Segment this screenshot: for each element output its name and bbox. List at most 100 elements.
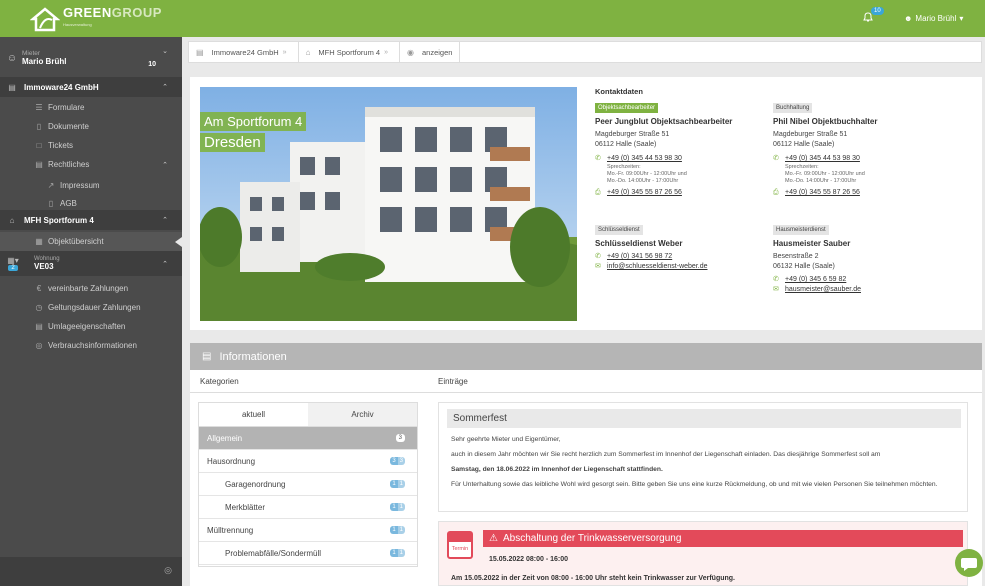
contact-buchhaltung: Buchhaltung Phil Nibel Objektbuchhalter …	[773, 103, 953, 198]
fax-icon: ⎙	[595, 189, 601, 196]
category-count-badge: 33	[390, 457, 405, 465]
contact-city: 06132 Halle (Saale)	[773, 263, 835, 270]
list-icon: ▤	[35, 322, 43, 331]
info-panel: Kategorien Einträge aktuell Archiv Allge…	[190, 370, 982, 586]
category-list: Allgemein 3 Hausordnung 33 Garagenordnun…	[198, 427, 418, 567]
logo[interactable]: GREENGROUP Hausverwaltung	[29, 4, 162, 32]
property-street-label: Am Sportforum 4	[200, 112, 307, 131]
sidebar-item-label: Verbrauchsinformationen	[48, 341, 137, 350]
tenant-selector[interactable]: ☺ Mieter Mario Brühl ⌄ 10	[0, 41, 182, 75]
sidebar-item-formulare[interactable]: ☰ Formulare	[0, 98, 182, 117]
breadcrumb-label: anzeigen	[422, 47, 453, 57]
fax-link[interactable]: +49 (0) 345 55 87 26 56	[785, 189, 860, 196]
total-count: 3	[397, 457, 405, 465]
chat-button[interactable]	[955, 549, 983, 577]
entry-greeting: Sehr geehrte Mieter und Eigentümer,	[451, 436, 561, 443]
sidebar-item-vereinbarte-zahlungen[interactable]: € vereinbarte Zahlungen	[0, 279, 182, 298]
category-count-badge: 11	[390, 503, 405, 511]
category-item-hausordnung[interactable]: Hausordnung 33	[199, 450, 417, 473]
unread-count: 1	[390, 480, 398, 488]
home-icon: ⌂	[9, 215, 15, 225]
fax-icon: ⎙	[773, 189, 779, 196]
category-label: Allgemein	[207, 433, 243, 443]
tenant-name: Mario Brühl	[22, 57, 67, 66]
sidebar-section-company[interactable]: ▤ Immoware24 GmbH ⌃	[0, 77, 182, 97]
brand-subtitle: Hausverwaltung	[63, 21, 92, 27]
unread-count: 1	[390, 503, 398, 511]
chat-bubble-icon	[961, 558, 977, 571]
sidebar-item-geltungsdauer[interactable]: ◷ Geltungsdauer Zahlungen	[0, 298, 182, 317]
email-link[interactable]: hausmeister@sauber.de	[785, 286, 861, 293]
sidebar-item-label: vereinbarte Zahlungen	[48, 284, 129, 293]
contact-hausmeisterdienst: Hausmeisterdienst Hausmeister Sauber Bes…	[773, 225, 953, 295]
sidebar-item-tickets[interactable]: □ Tickets	[0, 136, 182, 155]
category-label: Garagenordnung	[225, 479, 286, 489]
form-icon: ☰	[35, 103, 43, 112]
clock-icon: ◷	[35, 303, 43, 312]
contact-city: 06112 Halle (Saale)	[773, 141, 835, 148]
user-menu[interactable]: ☻ Mario Brühl ▾	[904, 14, 963, 23]
sidebar-item-label: Objektübersicht	[48, 237, 104, 246]
collapse-sidebar-icon[interactable]: ◎	[164, 565, 172, 576]
contact-schluesseldienst: Schlüsseldienst Schlüsseldienst Weber ✆ +…	[595, 225, 775, 272]
hours-line-1: Mo.-Fr. 09:00Uhr - 12:00Uhr und	[785, 171, 865, 177]
sidebar-section-property[interactable]: ⌂ MFH Sportforum 4 ⌃	[0, 210, 182, 230]
user-name: Mario Brühl	[915, 14, 957, 23]
category-item-garagenordnung[interactable]: Garagenordnung 11	[199, 473, 417, 496]
category-item-allgemein[interactable]: Allgemein 3	[199, 427, 417, 450]
sidebar-item-label: Rechtliches	[48, 160, 90, 169]
category-count-badge: 11	[390, 526, 405, 534]
building-icon: ▦	[35, 237, 43, 246]
category-tabs: aktuell Archiv	[198, 402, 418, 427]
phone-icon: ✆	[773, 276, 779, 283]
home-icon: ⌂	[305, 47, 311, 57]
euro-icon: €	[36, 284, 42, 293]
entry-paragraph: Für Unterhaltung sowie das leibliche Woh…	[451, 481, 938, 488]
category-item-problemabfaelle[interactable]: Problemabfälle/Sondermüll 11	[199, 542, 417, 565]
phone-link[interactable]: +49 (0) 345 44 53 98 30	[607, 155, 682, 162]
category-item-muelltrennung[interactable]: Mülltrennung 11	[199, 519, 417, 542]
sidebar-item-label: Impressum	[60, 181, 100, 190]
tab-current[interactable]: aktuell	[199, 403, 308, 426]
unread-count: 3	[390, 457, 398, 465]
contact-role-badge: Schlüsseldienst	[595, 225, 643, 235]
database-icon: ▤	[8, 82, 16, 92]
category-count-badge: 11	[390, 549, 405, 557]
contact-city: 06112 Halle (Saale)	[595, 141, 657, 148]
contact-role-badge: Hausmeisterdienst	[773, 225, 829, 235]
sidebar-item-rechtliches[interactable]: ▤ Rechtliches ⌃	[0, 155, 182, 174]
breadcrumb-company[interactable]: ▤ Immoware24 GmbH»	[189, 42, 299, 62]
sidebar-item-objektuebersicht[interactable]: ▦ Objektübersicht	[0, 232, 182, 251]
sidebar-item-dokumente[interactable]: ▯ Dokumente	[0, 117, 182, 136]
phone-link[interactable]: +49 (0) 345 6 59 82	[785, 276, 846, 283]
phone-link[interactable]: +49 (0) 341 56 98 72	[607, 253, 672, 260]
caret-down-icon: ▾	[959, 14, 964, 23]
sidebar-item-verbrauchsinformationen[interactable]: ◎ Verbrauchsinformationen	[0, 336, 182, 355]
sidebar-section-unit[interactable]: ▦▾ 2 Wohnung VE03 ⌃	[0, 251, 182, 276]
entry-title: Sommerfest	[447, 409, 961, 428]
breadcrumb-view[interactable]: ◉ anzeigen	[400, 42, 461, 62]
sidebar-item-label: Formulare	[48, 103, 85, 112]
chevron-up-icon: ⌃	[162, 161, 168, 169]
eye-icon: ◉	[407, 47, 414, 57]
legal-icon: ▤	[35, 160, 43, 169]
breadcrumb-property[interactable]: ⌂ MFH Sportforum 4»	[299, 42, 401, 62]
total-count: 1	[397, 503, 405, 511]
info-panel-header: ▤ Informationen	[190, 343, 982, 370]
phone-link[interactable]: +49 (0) 345 44 53 98 30	[785, 155, 860, 162]
sidebar-item-label: Geltungsdauer Zahlungen	[48, 303, 141, 312]
sidebar-item-impressum[interactable]: ↗ Impressum	[0, 176, 182, 195]
entry-date-highlight: Samstag, den 18.06.2022 im Innenhof der …	[451, 466, 663, 473]
contact-role-badge: Objektsachbearbeiter	[595, 103, 659, 113]
email-link[interactable]: info@schluesseldienst-weber.de	[607, 263, 708, 270]
fax-link[interactable]: +49 (0) 345 55 87 26 56	[607, 189, 682, 196]
tab-archive[interactable]: Archiv	[308, 403, 417, 426]
mail-icon: ✉	[773, 286, 779, 293]
calendar-label: Termin	[451, 546, 469, 552]
brand-name: GREEN	[63, 4, 112, 20]
category-item-merkblaetter[interactable]: Merkblätter 11	[199, 496, 417, 519]
info-panel-title: Informationen	[219, 350, 287, 363]
top-bar: GREENGROUP Hausverwaltung 10 ☻ Mario Brü…	[0, 0, 985, 37]
entry-sommerfest: Sommerfest Sehr geehrte Mieter und Eigen…	[438, 402, 968, 512]
sidebar-item-umlageeigenschaften[interactable]: ▤ Umlageeigenschaften	[0, 317, 182, 336]
